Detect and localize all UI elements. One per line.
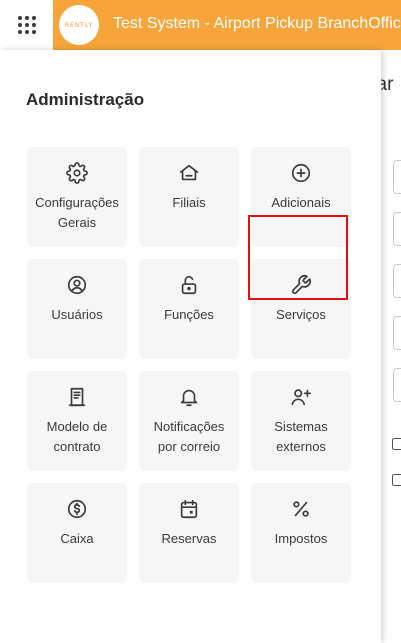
background-field[interactable] — [393, 316, 401, 350]
background-field[interactable] — [393, 160, 401, 194]
background-checkbox[interactable] — [392, 438, 401, 450]
tile-label: Serviços — [276, 307, 326, 322]
tile-label: Sistemas externos — [274, 419, 328, 454]
app-title: Test System - Airport Pickup BranchOffic… — [113, 15, 401, 32]
background-checkbox[interactable] — [392, 474, 401, 486]
tile-notificacoes-por-correio[interactable]: Notificações por correio — [139, 371, 239, 471]
tile-label: Caixa — [60, 531, 94, 546]
tile-label: Configurações Gerais — [35, 195, 119, 230]
tile-servicos[interactable]: Serviços — [251, 259, 351, 359]
tile-label: Reservas — [161, 531, 217, 546]
percent-icon — [290, 498, 312, 520]
wrench-icon — [290, 274, 312, 296]
background-field[interactable] — [393, 368, 401, 402]
tile-label: Adicionais — [271, 195, 331, 210]
tile-reservas[interactable]: Reservas — [139, 483, 239, 583]
tile-caixa[interactable]: Caixa — [27, 483, 127, 583]
tile-adicionais[interactable]: Adicionais — [251, 147, 351, 247]
unlock-icon — [178, 274, 200, 296]
tile-label: Funções — [164, 307, 214, 322]
logo-text: RENTLY — [64, 21, 94, 29]
tile-sistemas-externos[interactable]: Sistemas externos — [251, 371, 351, 471]
contract-icon — [66, 386, 88, 408]
background-field[interactable] — [393, 264, 401, 298]
dollar-circle-icon — [66, 498, 88, 520]
tile-label: Modelo de contrato — [46, 419, 108, 454]
tile-configuracoes-gerais[interactable]: Configurações Gerais — [27, 147, 127, 247]
tile-label: Impostos — [274, 531, 328, 546]
tile-impostos[interactable]: Impostos — [251, 483, 351, 583]
user-circle-icon — [66, 274, 88, 296]
calendar-icon — [178, 498, 200, 520]
tile-filiais[interactable]: Filiais — [139, 147, 239, 247]
home-icon — [178, 162, 200, 184]
tile-label: Usuários — [51, 307, 103, 322]
drawer-title: Administração — [26, 90, 145, 109]
background-field[interactable] — [393, 212, 401, 246]
apps-menu-button[interactable] — [0, 0, 53, 50]
tile-label: Filiais — [172, 195, 206, 210]
users-plus-icon — [290, 386, 312, 408]
top-app-bar: RENTLY Test System - Airport Pickup Bran… — [0, 0, 401, 50]
bell-icon — [178, 386, 200, 408]
company-logo[interactable]: RENTLY — [59, 5, 99, 45]
tile-modelo-de-contrato[interactable]: Modelo de contrato — [27, 371, 127, 471]
tile-usuarios[interactable]: Usuários — [27, 259, 127, 359]
plus-circle-icon — [290, 162, 312, 184]
gear-icon — [66, 162, 88, 184]
tile-funcoes[interactable]: Funções — [139, 259, 239, 359]
tile-label: Notificações por correio — [153, 419, 225, 454]
apps-grid-icon — [17, 16, 36, 34]
